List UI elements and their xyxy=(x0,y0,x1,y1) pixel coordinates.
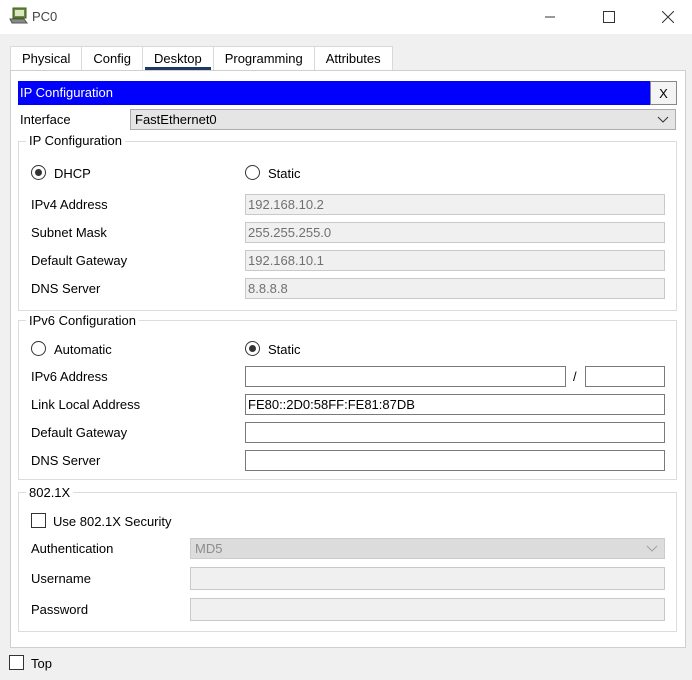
top-checkbox[interactable] xyxy=(9,655,24,670)
ipv4-address-field[interactable]: 192.168.10.2 xyxy=(245,194,665,215)
ipv6-address-field[interactable] xyxy=(245,366,566,387)
automatic-label: Automatic xyxy=(54,342,112,357)
dhcp-label: DHCP xyxy=(54,166,91,181)
minimize-button[interactable] xyxy=(527,0,573,34)
interface-select[interactable]: FastEthernet0 xyxy=(130,109,676,130)
static-ipv6-radio[interactable] xyxy=(245,341,260,356)
tab-bar: Physical Config Desktop Programming Attr… xyxy=(10,46,393,70)
automatic-radio[interactable] xyxy=(31,341,46,356)
title-bar: PC0 xyxy=(0,0,692,34)
ipv6-dns-label: DNS Server xyxy=(31,453,101,468)
ipv6-gateway-label: Default Gateway xyxy=(31,425,128,440)
ip-configuration-header: IP Configuration xyxy=(18,81,650,105)
authentication-select[interactable]: MD5 xyxy=(190,538,665,559)
username-field[interactable] xyxy=(190,567,665,590)
tab-desktop[interactable]: Desktop xyxy=(142,46,213,70)
static-ipv6-label: Static xyxy=(268,342,301,357)
maximize-icon xyxy=(603,11,615,23)
maximize-button[interactable] xyxy=(586,0,632,34)
chevron-down-icon xyxy=(657,116,669,123)
ipv4-dns-label: DNS Server xyxy=(31,281,101,296)
pc-icon xyxy=(9,7,28,24)
subnet-mask-field[interactable]: 255.255.255.0 xyxy=(245,222,665,243)
ipv4-group-title: IP Configuration xyxy=(26,133,125,148)
window-title: PC0 xyxy=(32,9,58,24)
password-field[interactable] xyxy=(190,598,665,621)
static-ipv4-radio[interactable] xyxy=(245,165,260,180)
static-ipv4-label: Static xyxy=(268,166,301,181)
ipv6-group-title: IPv6 Configuration xyxy=(26,313,139,328)
use-8021x-label: Use 802.1X Security xyxy=(53,514,172,529)
ipv4-dns-field[interactable]: 8.8.8.8 xyxy=(245,278,665,299)
ipv6-prefix-field[interactable] xyxy=(585,366,665,387)
chevron-down-icon xyxy=(646,545,658,552)
authentication-value: MD5 xyxy=(195,541,223,556)
dot1x-group-title: 802.1X xyxy=(26,485,74,500)
ipv4-gateway-field[interactable]: 192.168.10.1 xyxy=(245,250,665,271)
close-icon xyxy=(662,11,674,23)
password-label: Password xyxy=(31,602,89,617)
ipv4-gateway-label: Default Gateway xyxy=(31,253,128,268)
ip-configuration-close-button[interactable]: X xyxy=(650,81,677,105)
ipv4-address-label: IPv4 Address xyxy=(31,197,108,212)
ipv6-gateway-field[interactable] xyxy=(245,422,665,443)
authentication-label: Authentication xyxy=(31,541,114,556)
ipv6-dns-field[interactable] xyxy=(245,450,665,471)
close-window-button[interactable] xyxy=(645,0,691,34)
username-label: Username xyxy=(31,571,91,586)
tab-attributes[interactable]: Attributes xyxy=(313,46,393,70)
ipv6-address-label: IPv6 Address xyxy=(31,369,108,384)
tab-physical[interactable]: Physical xyxy=(10,46,82,70)
use-8021x-checkbox[interactable] xyxy=(31,513,46,528)
prefix-separator: / xyxy=(573,369,577,384)
tab-config[interactable]: Config xyxy=(81,46,142,70)
link-local-field[interactable]: FE80::2D0:58FF:FE81:87DB xyxy=(245,394,665,415)
tab-programming[interactable]: Programming xyxy=(212,46,314,70)
interface-label: Interface xyxy=(20,112,71,127)
top-label: Top xyxy=(31,656,52,671)
dhcp-radio[interactable] xyxy=(31,165,46,180)
interface-value: FastEthernet0 xyxy=(135,112,217,127)
subnet-mask-label: Subnet Mask xyxy=(31,225,107,240)
minimize-icon xyxy=(545,16,555,18)
link-local-label: Link Local Address xyxy=(31,397,141,412)
